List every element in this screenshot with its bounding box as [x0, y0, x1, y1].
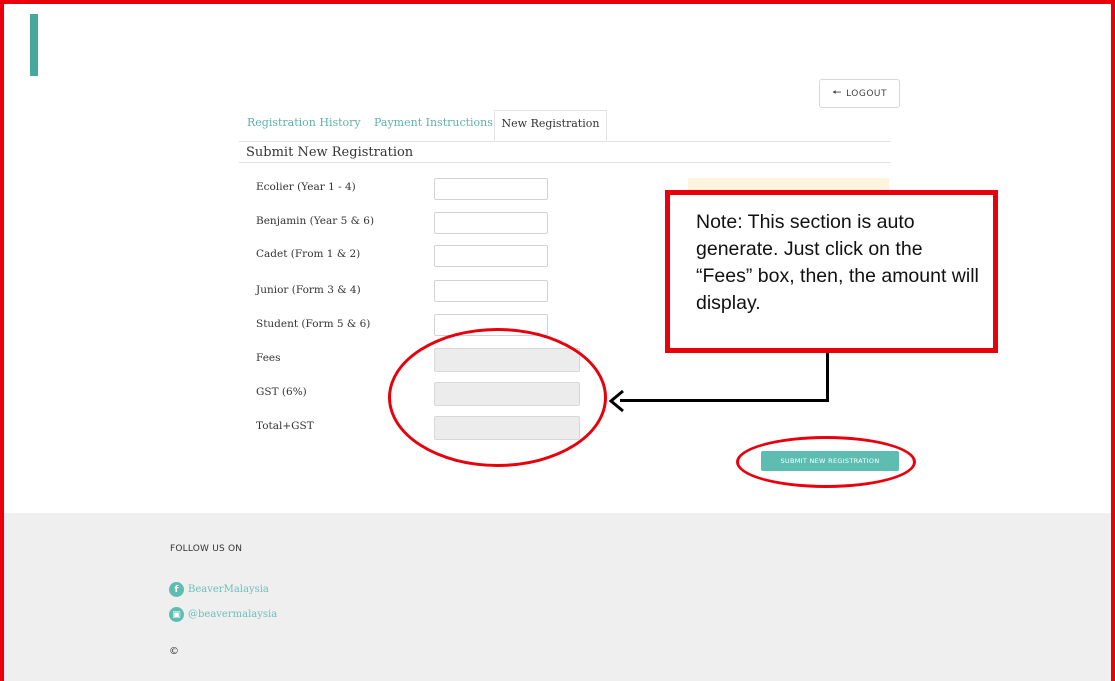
- annotation-connector-horizontal: [620, 399, 829, 402]
- label-junior: Junior (Form 3 & 4): [256, 284, 361, 296]
- facebook-handle: BeaverMalaysia: [188, 584, 269, 595]
- section-title: Submit New Registration: [246, 145, 414, 160]
- benjamin-input[interactable]: [434, 212, 548, 234]
- label-gst: GST (6%): [256, 386, 307, 398]
- copyright-symbol: ©: [169, 646, 179, 657]
- ecolier-input[interactable]: [434, 178, 548, 200]
- tab-payment-instructions[interactable]: Payment Instructions: [374, 116, 493, 129]
- accent-strip: [30, 14, 38, 76]
- tab-new-registration[interactable]: New Registration: [494, 110, 607, 141]
- annotation-note: Note: This section is auto generate. Jus…: [665, 190, 998, 353]
- arrow-left-icon: 🠔: [831, 86, 843, 99]
- label-fees: Fees: [256, 352, 281, 364]
- label-cadet: Cadet (From 1 & 2): [256, 248, 361, 260]
- tab-bar: Registration History Payment Instruction…: [239, 110, 891, 142]
- annotation-connector-vertical: [826, 353, 829, 401]
- cadet-input[interactable]: [434, 245, 548, 267]
- facebook-link[interactable]: f BeaverMalaysia: [169, 582, 269, 597]
- section-divider: [239, 162, 891, 163]
- tab-registration-history[interactable]: Registration History: [247, 116, 361, 129]
- label-total-gst: Total+GST: [256, 420, 314, 432]
- logout-button[interactable]: 🠔 LOGOUT: [819, 79, 900, 108]
- logout-label: LOGOUT: [846, 88, 888, 99]
- label-benjamin: Benjamin (Year 5 & 6): [256, 215, 375, 227]
- instagram-icon: ▣: [169, 607, 184, 622]
- instagram-link[interactable]: ▣ @beavermalaysia: [169, 607, 277, 622]
- facebook-icon: f: [169, 582, 184, 597]
- follow-us-label: FOLLOW US ON: [170, 544, 243, 554]
- label-ecolier: Ecolier (Year 1 - 4): [256, 181, 356, 193]
- highlight-ellipse-submit: [736, 436, 916, 488]
- label-student: Student (Form 5 & 6): [256, 318, 371, 330]
- instagram-handle: @beavermalaysia: [188, 609, 278, 620]
- highlight-ellipse-fees: [388, 328, 607, 467]
- arrow-head-icon: [608, 389, 624, 413]
- junior-input[interactable]: [434, 280, 548, 302]
